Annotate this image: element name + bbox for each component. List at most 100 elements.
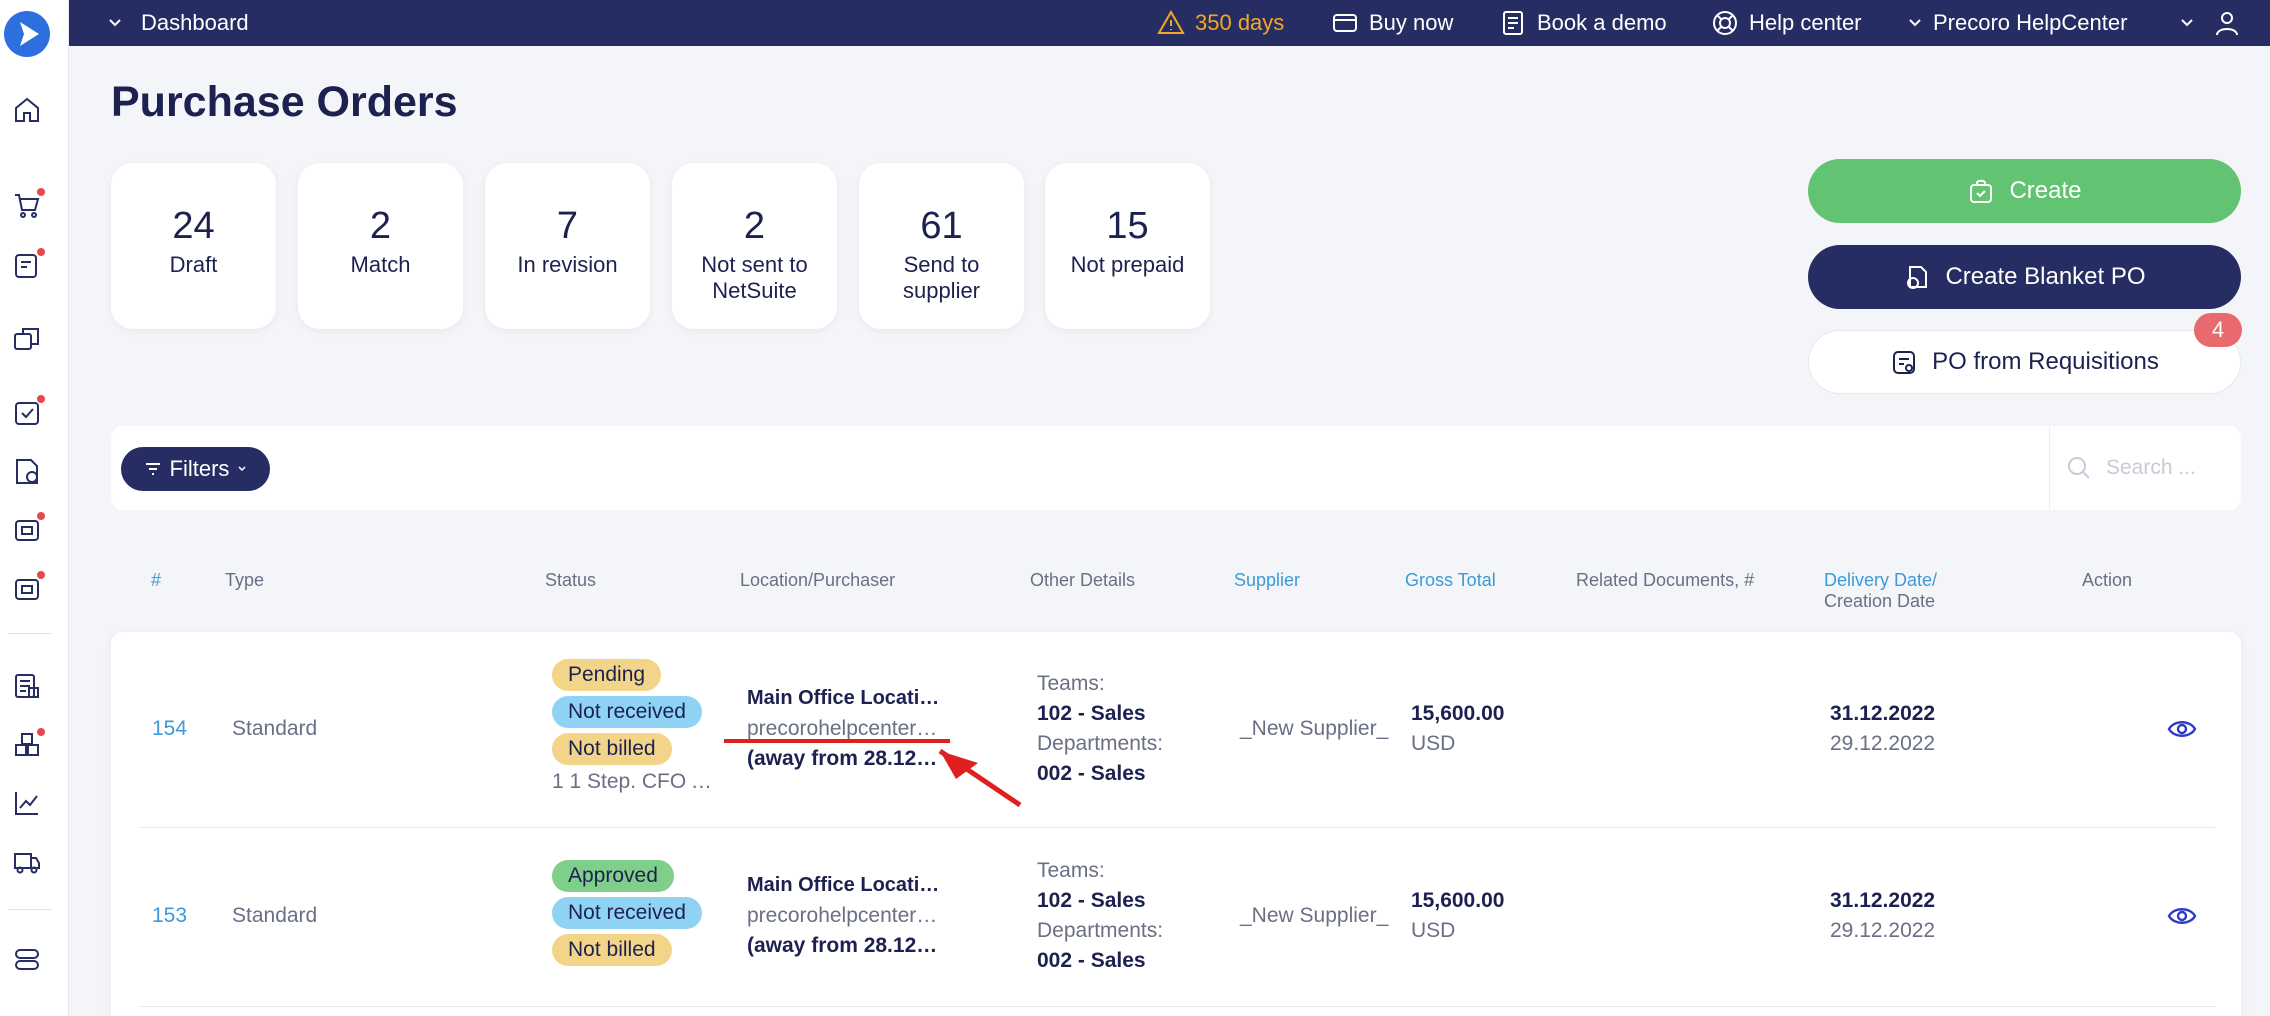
- book-demo-link[interactable]: Book a demo: [1499, 0, 1667, 46]
- chevron-down-icon: [109, 19, 121, 27]
- user-menu[interactable]: [2179, 0, 2241, 46]
- company-switcher[interactable]: Precoro HelpCenter: [1907, 0, 2127, 46]
- stat-label: Not prepaid: [1070, 252, 1185, 277]
- status-badge-receiving: Not received: [552, 897, 702, 929]
- warning-icon: [1157, 9, 1185, 34]
- stat-label: In revision: [517, 252, 618, 277]
- po-from-requisitions-button[interactable]: PO from Requisitions 4: [1808, 313, 2242, 394]
- delivery-icon[interactable]: [11, 845, 43, 877]
- stat-value: 7: [556, 205, 579, 247]
- location-name: Main Office Location: [747, 687, 941, 709]
- trial-days-label: 350 days: [1195, 10, 1285, 35]
- buy-now-link[interactable]: Buy now: [1331, 0, 1453, 46]
- delivery-date: 31.12.2022: [1830, 702, 1936, 725]
- search-input[interactable]: [2106, 456, 2226, 480]
- po-from-requisitions-label: PO from Requisitions: [1932, 348, 2159, 375]
- top-bar: Dashboard 350 days Buy now Book a demo H…: [69, 0, 2270, 46]
- creation-date: 29.12.2022: [1830, 919, 1936, 942]
- dashboard-menu[interactable]: Dashboard: [107, 0, 249, 46]
- column-header-related-documents: Related Documents, #: [1576, 570, 1755, 590]
- status-badge-billing: Not billed: [552, 733, 672, 765]
- search-box[interactable]: [2049, 426, 2241, 510]
- annotation-arrow: [724, 739, 1022, 808]
- cart-icon[interactable]: [11, 187, 46, 221]
- status-badge-billing: Not billed: [552, 934, 672, 966]
- stat-card-in-revision[interactable]: 7 In revision: [485, 163, 650, 329]
- teams-label: Teams:: [1037, 859, 1105, 882]
- search-icon: [2068, 457, 2090, 479]
- view-eye-icon[interactable]: [2166, 713, 2198, 745]
- inventory-icon[interactable]: [11, 727, 46, 761]
- create-blanket-po-label: Create Blanket PO: [1945, 263, 2146, 290]
- teams-value: 102 - Sales: [1037, 889, 1146, 912]
- help-center-label: Help center: [1749, 10, 1862, 35]
- stat-value: 61: [920, 205, 963, 247]
- supplier-name: _New Supplier_: [1240, 904, 1389, 927]
- chevron-down-icon: [238, 466, 246, 472]
- departments-value: 002 - Sales: [1037, 949, 1146, 972]
- location-name: Main Office Location: [747, 874, 941, 896]
- sidebar: [0, 0, 69, 1016]
- status-badge-pending: Pending: [552, 659, 662, 691]
- departments-value: 002 - Sales: [1037, 762, 1146, 785]
- app-logo[interactable]: [4, 11, 50, 57]
- column-header-delivery-date[interactable]: Delivery Date/: [1824, 570, 1937, 591]
- card-icon: [1333, 14, 1357, 32]
- view-eye-icon[interactable]: [2166, 900, 2198, 932]
- user-icon: [2216, 12, 2238, 36]
- create-blanket-po-button[interactable]: Create Blanket PO: [1808, 245, 2241, 309]
- purchaser-email: precorohelpcenter@precoro.com: [747, 904, 941, 927]
- home-icon[interactable]: [11, 94, 43, 126]
- stat-card-send-to-supplier[interactable]: 61 Send to supplier: [859, 163, 1024, 329]
- row-divider: [139, 827, 2215, 828]
- column-header-other-details: Other Details: [1030, 570, 1136, 590]
- stat-card-not-prepaid[interactable]: 15 Not prepaid: [1045, 163, 1210, 329]
- approvals-icon[interactable]: [11, 394, 46, 428]
- stat-card-match[interactable]: 2 Match: [298, 163, 463, 329]
- filter-bar: Filters: [111, 426, 2241, 510]
- po-type: Standard: [232, 717, 318, 740]
- filters-button[interactable]: Filters: [121, 447, 270, 491]
- suppliers-icon[interactable]: [11, 322, 43, 354]
- help-center-link[interactable]: Help center: [1711, 0, 1862, 46]
- requisitions-icon[interactable]: [11, 247, 46, 281]
- column-header-status: Status: [545, 570, 597, 590]
- settings-toggle-icon[interactable]: [11, 943, 43, 975]
- teams-label: Teams:: [1037, 672, 1105, 695]
- page-title: Purchase Orders: [111, 78, 458, 126]
- chevron-down-icon: [1909, 19, 1921, 27]
- column-header-supplier[interactable]: Supplier: [1234, 570, 1300, 591]
- column-header-type: Type: [225, 570, 265, 590]
- trial-days[interactable]: 350 days: [1157, 0, 1284, 46]
- filters-label: Filters: [169, 456, 230, 481]
- column-header-gross-total[interactable]: Gross Total: [1405, 570, 1496, 591]
- column-header-action: Action: [2082, 570, 2133, 590]
- filter-icon: [145, 463, 160, 475]
- chevron-down-icon: [2181, 19, 2193, 27]
- budgets-icon[interactable]: [11, 670, 43, 702]
- purchase-orders-icon[interactable]: [11, 455, 43, 487]
- teams-value: 102 - Sales: [1037, 702, 1146, 725]
- purchaser-away-note: (away from 28.12.2022): [747, 934, 941, 957]
- document-icon: [1907, 266, 1928, 289]
- stat-label: Send to supplier: [902, 252, 981, 303]
- stat-value: 2: [369, 205, 392, 247]
- delivery-date: 31.12.2022: [1830, 889, 1936, 912]
- requisition-icon: [1893, 351, 1916, 374]
- invoices-icon[interactable]: [11, 570, 46, 604]
- stat-card-not-sent-netsuite[interactable]: 2 Not sent to NetSuite: [672, 163, 837, 329]
- create-button[interactable]: Create: [1808, 159, 2241, 223]
- column-header-number[interactable]: #: [151, 570, 161, 591]
- supplier-name: _New Supplier_: [1240, 717, 1389, 740]
- creation-date: 29.12.2022: [1830, 732, 1936, 755]
- stat-card-draft[interactable]: 24 Draft: [111, 163, 276, 329]
- po-number-link[interactable]: 154: [152, 717, 187, 741]
- gross-total: 15,600.00: [1411, 702, 1505, 725]
- receipts-icon[interactable]: [11, 511, 46, 545]
- po-number-link[interactable]: 153: [152, 904, 187, 928]
- approval-step: 1 1 Step. CFO Approval: [552, 770, 716, 793]
- analytics-icon[interactable]: [11, 787, 43, 819]
- book-demo-label: Book a demo: [1537, 10, 1667, 35]
- stat-value: 2: [743, 205, 766, 247]
- stat-value: 15: [1106, 205, 1149, 247]
